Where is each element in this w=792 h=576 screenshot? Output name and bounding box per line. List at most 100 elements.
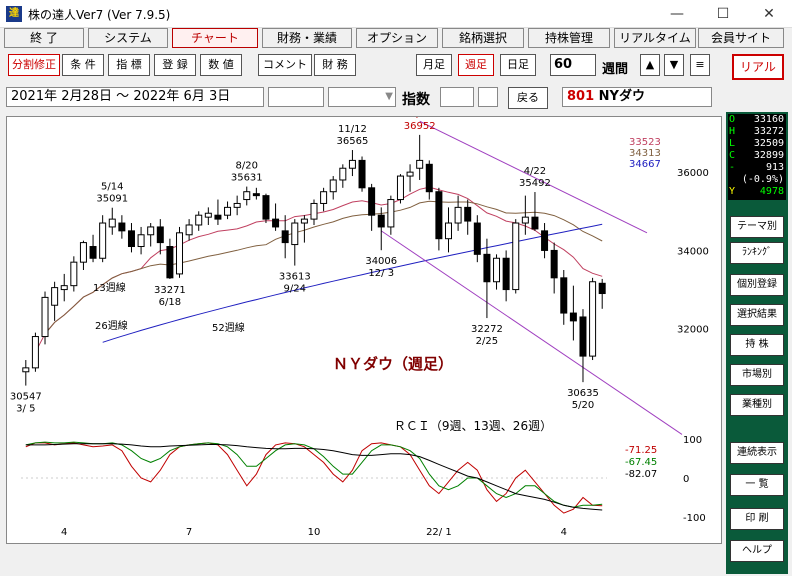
- candle: [60, 273, 68, 302]
- x-tick: 4: [61, 527, 67, 538]
- toolbar-button-6[interactable]: 財 務: [314, 54, 356, 76]
- ma-label: 13週線: [93, 281, 126, 294]
- date-from: 2021年 2月28日: [11, 89, 113, 104]
- minimize-icon[interactable]: —: [654, 0, 700, 28]
- menu-item-7[interactable]: リアルタイム: [614, 28, 696, 48]
- period-button-0[interactable]: 月足: [416, 54, 452, 76]
- menu-item-5[interactable]: 銘柄選択: [442, 28, 524, 48]
- date-range-field[interactable]: 2021年 2月28日 ～ 2022年 6月 3日: [6, 87, 264, 107]
- candle: [51, 281, 59, 321]
- toolbar-button-5[interactable]: コメント: [258, 54, 312, 76]
- candle: [416, 134, 424, 180]
- toolbar-button-4[interactable]: 数 値: [200, 54, 242, 76]
- menu-item-6[interactable]: 持株管理: [528, 28, 610, 48]
- candle: [589, 277, 597, 361]
- annotation-label: 8/20: [236, 161, 258, 172]
- annotation-sub: 35631: [231, 173, 263, 184]
- ohlc-row: O 33160: [728, 114, 786, 126]
- menu-item-0[interactable]: 終 了: [4, 28, 84, 48]
- index-field-1[interactable]: [440, 87, 474, 107]
- toolbar-button-2[interactable]: 指 標: [108, 54, 150, 76]
- side-button-6[interactable]: 業種別: [730, 394, 784, 416]
- ohlc-row: (-0.9%): [728, 174, 786, 186]
- side-button-8[interactable]: 一 覧: [730, 474, 784, 496]
- rci-series-1: [25, 441, 603, 508]
- menu-item-8[interactable]: 会員サイト: [698, 28, 784, 48]
- side-button-0[interactable]: テーマ別: [730, 216, 784, 238]
- annotation-label: 5/14: [101, 182, 123, 193]
- count-select[interactable]: 60: [550, 54, 596, 76]
- ohlc-value: 913: [765, 162, 784, 173]
- chevron-down-icon[interactable]: ▼: [385, 88, 393, 106]
- candle: [291, 219, 299, 266]
- right-panel: O 33160 H 33272 L 32509 C 32899 - 913 (-0.9%) Y 4978…: [726, 112, 788, 574]
- side-button-7[interactable]: 連続表示: [730, 442, 784, 464]
- menu-icon[interactable]: ≡: [690, 54, 710, 76]
- ohlc-value: (-0.9%): [741, 174, 784, 185]
- index-field-2[interactable]: [478, 87, 498, 107]
- candle: [22, 360, 30, 386]
- maximize-icon[interactable]: ☐: [700, 0, 746, 28]
- side-button-9[interactable]: 印 刷: [730, 508, 784, 530]
- candle: [31, 332, 39, 372]
- candle: [569, 285, 577, 341]
- rci-title: ＲＣＩ（9週、13週、26週）: [394, 419, 552, 433]
- candle: [579, 309, 587, 383]
- up-arrow-icon[interactable]: ▲: [640, 54, 660, 76]
- candle: [272, 203, 280, 231]
- down-arrow-icon[interactable]: ▼: [664, 54, 684, 76]
- candle: [41, 291, 49, 345]
- ohlc-value: 32509: [753, 138, 784, 149]
- period-button-1[interactable]: 週足: [458, 54, 494, 76]
- ma-legend-value: 34313: [629, 148, 661, 159]
- toolbar-button-3[interactable]: 登 録: [154, 54, 196, 76]
- candle: [387, 195, 395, 235]
- menu-item-2[interactable]: チャート: [172, 28, 258, 48]
- ma-legend-value: 34667: [629, 159, 661, 170]
- blank-field[interactable]: [268, 87, 324, 107]
- real-button[interactable]: リアル: [732, 54, 784, 80]
- back-button[interactable]: 戻る: [508, 87, 548, 109]
- close-icon[interactable]: ✕: [746, 0, 792, 28]
- rci-legend-value: -82.07: [625, 469, 657, 480]
- side-button-5[interactable]: 市場別: [730, 364, 784, 386]
- menu-item-1[interactable]: システム: [88, 28, 168, 48]
- window-title: 株の達人Ver7 (Ver 7.9.5): [28, 8, 171, 22]
- candle: [300, 215, 308, 243]
- count-unit: 週間: [602, 62, 629, 77]
- annotation-label: 30547: [10, 392, 42, 403]
- toolbar-button-1[interactable]: 条 件: [62, 54, 104, 76]
- rci-series-2: [25, 443, 603, 511]
- ohlc-key: H: [729, 126, 736, 137]
- ohlc-key: -: [729, 162, 736, 173]
- side-button-1[interactable]: ﾗﾝｷﾝｸﾞ: [730, 242, 784, 264]
- annotation-label: 11/12: [338, 124, 367, 135]
- annotation-label: 32272: [471, 324, 503, 335]
- side-button-10[interactable]: ヘルプ: [730, 540, 784, 562]
- candle: [137, 226, 145, 255]
- index-label: 指数: [402, 92, 430, 108]
- candle: [233, 195, 241, 216]
- ohlc-key: O: [729, 114, 736, 125]
- candle: [406, 164, 414, 192]
- candle: [550, 242, 558, 294]
- dropdown-field[interactable]: ▼: [328, 87, 396, 107]
- symbol-field[interactable]: 801 NYダウ: [562, 87, 712, 107]
- period-button-2[interactable]: 日足: [500, 54, 536, 76]
- side-button-2[interactable]: 個別登録: [730, 274, 784, 296]
- menu-item-3[interactable]: 財務・業績: [262, 28, 352, 48]
- candle: [493, 254, 501, 290]
- side-button-4[interactable]: 持 株: [730, 334, 784, 356]
- candle: [243, 186, 251, 206]
- candle: [252, 187, 260, 200]
- toolbar-button-0[interactable]: 分割修正: [8, 54, 60, 76]
- chart-frame[interactable]: 30547 3/ 5 5/14 35091 33271 6/18 8/20 35631 3361…: [6, 109, 723, 545]
- side-button-3[interactable]: 選択結果: [730, 304, 784, 326]
- app-icon: 達: [6, 6, 22, 22]
- candle: [502, 250, 510, 302]
- chart-svg[interactable]: 305473/ 5 5/1435091 332716/18 8/2035631 3361…: [7, 109, 723, 545]
- menu-item-4[interactable]: オプション: [356, 28, 438, 48]
- ohlc-row: L 32509: [728, 138, 786, 150]
- candle: [204, 207, 212, 225]
- ma-legend-value: 33523: [629, 137, 661, 148]
